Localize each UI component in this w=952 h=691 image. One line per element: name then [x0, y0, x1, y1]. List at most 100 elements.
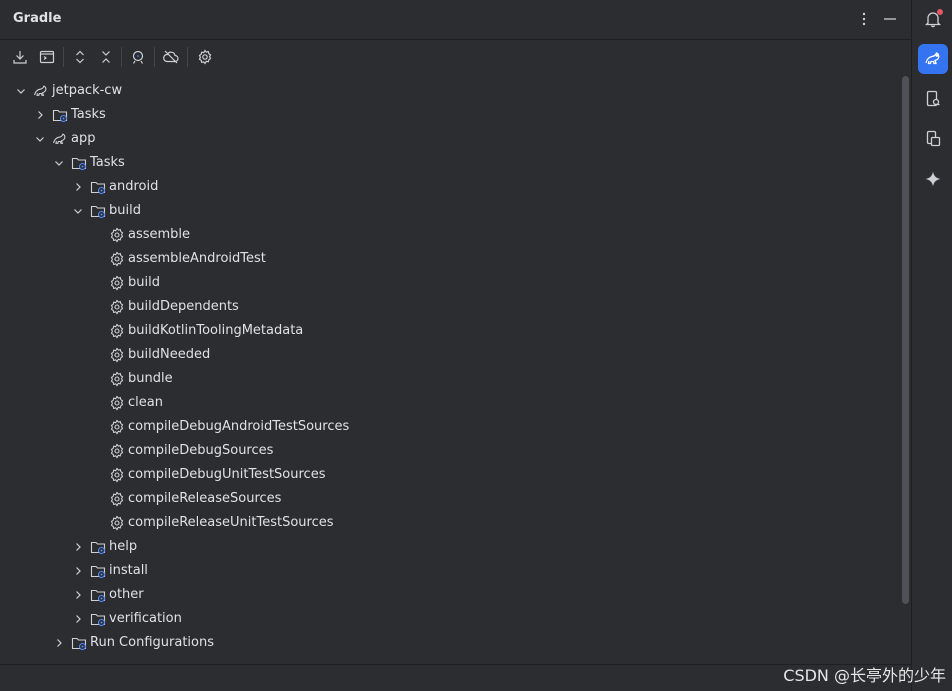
task-gear-icon — [109, 419, 125, 435]
chevron-down-icon[interactable] — [33, 132, 47, 146]
task-group-folder-icon — [90, 539, 106, 555]
tree-row-label: verification — [109, 611, 182, 626]
tool-window-title: Gradle — [13, 11, 62, 26]
tree-row-label: compileReleaseUnitTestSources — [128, 515, 334, 530]
gradle-settings-icon[interactable] — [195, 47, 215, 67]
toolbar-separator — [154, 47, 155, 67]
tree-row-folder[interactable]: build — [0, 199, 900, 223]
gradle-project-icon — [52, 131, 68, 147]
task-group-folder-icon — [90, 587, 106, 603]
chevron-right-icon[interactable] — [71, 612, 85, 626]
running-devices-icon[interactable] — [918, 124, 948, 154]
task-gear-icon — [109, 443, 125, 459]
download-sources-icon[interactable] — [10, 47, 30, 67]
tree-row-label: build — [109, 203, 141, 218]
tree-row-label: Run Configurations — [90, 635, 214, 650]
tree-row-task[interactable]: compileDebugAndroidTestSources — [0, 415, 900, 439]
toolbar-separator — [63, 47, 64, 67]
chevron-down-icon[interactable] — [14, 84, 28, 98]
task-gear-icon — [109, 323, 125, 339]
tree-row-task[interactable]: clean — [0, 391, 900, 415]
offline-mode-icon[interactable] — [161, 47, 181, 67]
tree-row-task[interactable]: assembleAndroidTest — [0, 247, 900, 271]
toolbar-separator — [121, 47, 122, 67]
task-group-folder-icon — [90, 563, 106, 579]
notifications-icon[interactable] — [918, 4, 948, 34]
tree-row-folder[interactable]: install — [0, 559, 900, 583]
tree-row-folder[interactable]: Tasks — [0, 103, 900, 127]
analyze-dependencies-icon[interactable] — [128, 47, 148, 67]
tree-row-label: assembleAndroidTest — [128, 251, 266, 266]
tree-row-task[interactable]: buildNeeded — [0, 343, 900, 367]
tree-row-label: compileDebugUnitTestSources — [128, 467, 326, 482]
tree-row-task[interactable]: bundle — [0, 367, 900, 391]
chevron-right-icon[interactable] — [71, 564, 85, 578]
tree-row-label: bundle — [128, 371, 173, 386]
task-gear-icon — [109, 467, 125, 483]
tree-row-task[interactable]: assemble — [0, 223, 900, 247]
tree-row-task[interactable]: buildKotlinToolingMetadata — [0, 319, 900, 343]
tree-row-label: buildNeeded — [128, 347, 211, 362]
tree-row-task[interactable]: compileDebugSources — [0, 439, 900, 463]
collapse-all-icon[interactable] — [96, 47, 116, 67]
tree-row-task[interactable]: buildDependents — [0, 295, 900, 319]
tree-row-task[interactable]: build — [0, 271, 900, 295]
tree-row-label: compileReleaseSources — [128, 491, 282, 506]
run-task-icon[interactable] — [37, 47, 57, 67]
task-group-folder-icon — [52, 107, 68, 123]
tree-row-folder[interactable]: android — [0, 175, 900, 199]
tree-row-label: install — [109, 563, 148, 578]
device-manager-icon[interactable] — [918, 84, 948, 114]
chevron-down-icon[interactable] — [71, 204, 85, 218]
tree-row-label: assemble — [128, 227, 191, 242]
task-gear-icon — [109, 371, 125, 387]
chevron-right-icon[interactable] — [33, 108, 47, 122]
task-gear-icon — [109, 227, 125, 243]
chevron-right-icon[interactable] — [71, 540, 85, 554]
tool-window-header: Gradle — [0, 0, 911, 38]
task-group-folder-icon — [90, 203, 106, 219]
toolbar-separator — [187, 47, 188, 67]
tree-row-folder[interactable]: Run Configurations — [0, 631, 900, 655]
notification-badge — [937, 9, 943, 15]
tree-row-folder[interactable]: Tasks — [0, 151, 900, 175]
panel-bottom-area — [0, 665, 911, 691]
tree-row-task[interactable]: compileReleaseSources — [0, 487, 900, 511]
tree-vertical-scrollbar[interactable] — [902, 76, 909, 604]
tree-row-label: app — [71, 131, 96, 146]
gradle-toolbar — [0, 40, 911, 74]
tree-row-label: other — [109, 587, 144, 602]
tree-row-task[interactable]: compileReleaseUnitTestSources — [0, 511, 900, 535]
minimize-icon[interactable] — [881, 10, 899, 28]
tree-row-folder[interactable]: other — [0, 583, 900, 607]
task-gear-icon — [109, 395, 125, 411]
tree-row-label: compileDebugSources — [128, 443, 274, 458]
tree-row-label: android — [109, 179, 159, 194]
tree-row-folder[interactable]: verification — [0, 607, 900, 631]
more-vertical-icon[interactable] — [855, 10, 873, 28]
gradle-tool-window: Gradle jetpack-cw Tasks app Tasks androi… — [0, 0, 911, 691]
chevron-down-icon[interactable] — [52, 156, 66, 170]
task-gear-icon — [109, 275, 125, 291]
task-gear-icon — [109, 491, 125, 507]
tree-row-label: Tasks — [71, 107, 106, 122]
tree-row-label: jetpack-cw — [52, 83, 123, 98]
tree-row-folder[interactable]: help — [0, 535, 900, 559]
tree-row-label: build — [128, 275, 160, 290]
task-group-folder-icon — [71, 635, 87, 651]
task-gear-icon — [109, 347, 125, 363]
gradle-projects-tree[interactable]: jetpack-cw Tasks app Tasks android build assem… — [0, 79, 900, 664]
chevron-right-icon[interactable] — [52, 636, 66, 650]
task-gear-icon — [109, 515, 125, 531]
tree-row-project[interactable]: jetpack-cw — [0, 79, 900, 103]
gradle-icon[interactable] — [918, 44, 948, 74]
tree-row-project[interactable]: app — [0, 127, 900, 151]
tree-row-label: clean — [128, 395, 163, 410]
tree-row-label: help — [109, 539, 138, 554]
chevron-right-icon[interactable] — [71, 180, 85, 194]
chevron-right-icon[interactable] — [71, 588, 85, 602]
gemini-sparkle-icon[interactable] — [918, 164, 948, 194]
expand-all-icon[interactable] — [70, 47, 90, 67]
gradle-project-icon — [33, 83, 49, 99]
tree-row-task[interactable]: compileDebugUnitTestSources — [0, 463, 900, 487]
